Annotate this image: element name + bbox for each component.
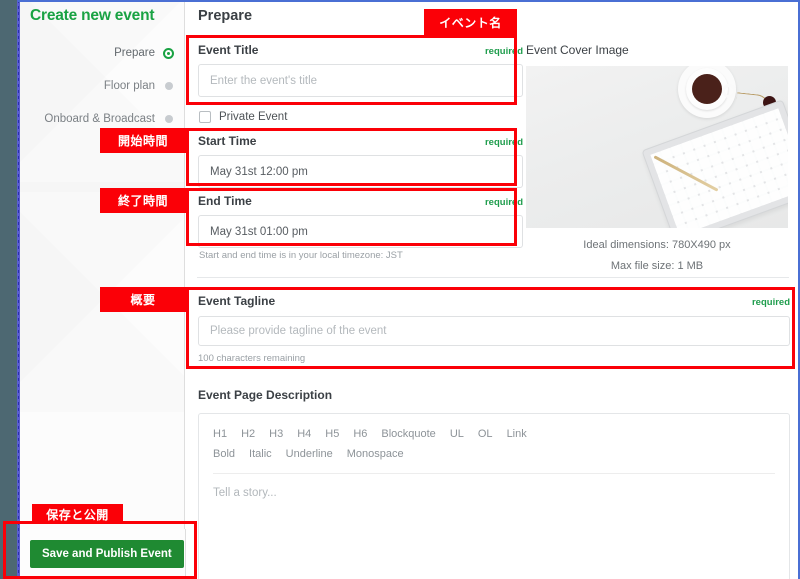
required-badge: required (484, 46, 523, 57)
editor-tool-italic[interactable]: Italic (249, 444, 272, 464)
start-time-field-group: Start Time required May 31st 12:00 pm (198, 134, 523, 188)
event-cover-image-preview[interactable] (526, 66, 788, 228)
event-description-group: Event Page Description H1 H2 H3 H4 H5 H6… (198, 388, 790, 579)
private-event-checkbox[interactable] (199, 111, 211, 123)
event-cover-image-label: Event Cover Image (526, 43, 629, 57)
tagline-character-counter: 100 characters remaining (198, 353, 306, 364)
editor-tool-h6[interactable]: H6 (353, 424, 367, 444)
end-time-field-group: End Time required May 31st 01:00 pm (198, 194, 523, 248)
cup-handle-shape (722, 84, 736, 98)
editor-tool-underline[interactable]: Underline (286, 444, 333, 464)
brand-title: Create new event (30, 7, 155, 24)
editor-tool-h1[interactable]: H1 (213, 424, 227, 444)
section-divider (197, 277, 789, 278)
annotation-start-time: 開始時間 (100, 128, 186, 153)
editor-tool-blockquote[interactable]: Blockquote (381, 424, 435, 444)
event-tagline-field-group: Event Tagline required Please provide ta… (198, 294, 790, 364)
event-cover-image-group: Event Cover Image Ideal dimensions: 780X… (526, 43, 788, 272)
editor-tool-h3[interactable]: H3 (269, 424, 283, 444)
editor-tool-h4[interactable]: H4 (297, 424, 311, 444)
start-time-label: Start Time (198, 134, 257, 148)
main-content: Prepare Event Title required Enter the e… (186, 2, 798, 579)
sidebar-item-label: Prepare (114, 47, 155, 59)
browser-left-strip (0, 0, 17, 579)
dot-icon (164, 82, 173, 90)
coffee-liquid-shape (692, 74, 722, 104)
sidebar-item-label: Onboard & Broadcast (44, 113, 155, 125)
editor-toolbar-row-1: H1 H2 H3 H4 H5 H6 Blockquote UL OL Link (213, 424, 775, 444)
editor-body-placeholder[interactable]: Tell a story... (213, 487, 775, 499)
event-title-label: Event Title (198, 43, 259, 57)
editor-tool-ol[interactable]: OL (478, 424, 493, 444)
timezone-note: Start and end time is in your local time… (199, 250, 403, 261)
page-title: Prepare (198, 8, 253, 24)
event-title-input[interactable]: Enter the event's title (198, 64, 523, 97)
sidebar-item-prepare[interactable]: Prepare (24, 40, 174, 66)
annotation-summary: 概要 (100, 287, 186, 312)
editor-tool-h5[interactable]: H5 (325, 424, 339, 444)
editor-tool-link[interactable]: Link (507, 424, 527, 444)
annotation-end-time: 終了時間 (100, 188, 186, 213)
required-badge: required (484, 137, 523, 148)
cover-dimensions-note: Ideal dimensions: 780X490 px (583, 239, 731, 251)
rich-text-editor[interactable]: H1 H2 H3 H4 H5 H6 Blockquote UL OL Link … (198, 413, 790, 579)
editor-tool-monospace[interactable]: Monospace (347, 444, 404, 464)
left-dotted-edge (18, 0, 19, 579)
required-badge: required (484, 197, 523, 208)
event-tagline-label: Event Tagline (198, 294, 276, 308)
annotation-save-publish: 保存と公開 (32, 504, 123, 524)
save-and-publish-button[interactable]: Save and Publish Event (30, 540, 184, 568)
sidebar-item-floor-plan[interactable]: Floor plan (24, 73, 174, 99)
step-list: Prepare Floor plan Onboard & Broadcast (24, 40, 174, 139)
radio-selected-icon (163, 47, 174, 59)
end-time-label: End Time (198, 194, 252, 208)
sidebar-item-label: Floor plan (103, 80, 155, 92)
event-title-field-group: Event Title required Enter the event's t… (198, 43, 523, 97)
editor-tool-bold[interactable]: Bold (213, 444, 235, 464)
event-description-label: Event Page Description (198, 388, 333, 402)
private-event-label: Private Event (219, 111, 288, 123)
start-time-input[interactable]: May 31st 12:00 pm (198, 155, 523, 188)
private-event-row[interactable]: Private Event (199, 111, 287, 123)
event-tagline-input[interactable]: Please provide tagline of the event (198, 316, 790, 346)
editor-toolbar-row-2: Bold Italic Underline Monospace (213, 444, 775, 464)
save-bar: Save and Publish Event (20, 529, 186, 579)
editor-tool-ul[interactable]: UL (450, 424, 464, 444)
editor-toolbar-separator (213, 473, 775, 474)
dot-icon (164, 115, 173, 123)
annotation-event-name: イベント名 (424, 9, 517, 35)
editor-tool-h2[interactable]: H2 (241, 424, 255, 444)
app-root: Create new event Prepare Floor plan Onbo… (0, 0, 800, 579)
cover-filesize-note: Max file size: 1 MB (610, 260, 704, 272)
required-badge: required (751, 297, 790, 308)
end-time-input[interactable]: May 31st 01:00 pm (198, 215, 523, 248)
